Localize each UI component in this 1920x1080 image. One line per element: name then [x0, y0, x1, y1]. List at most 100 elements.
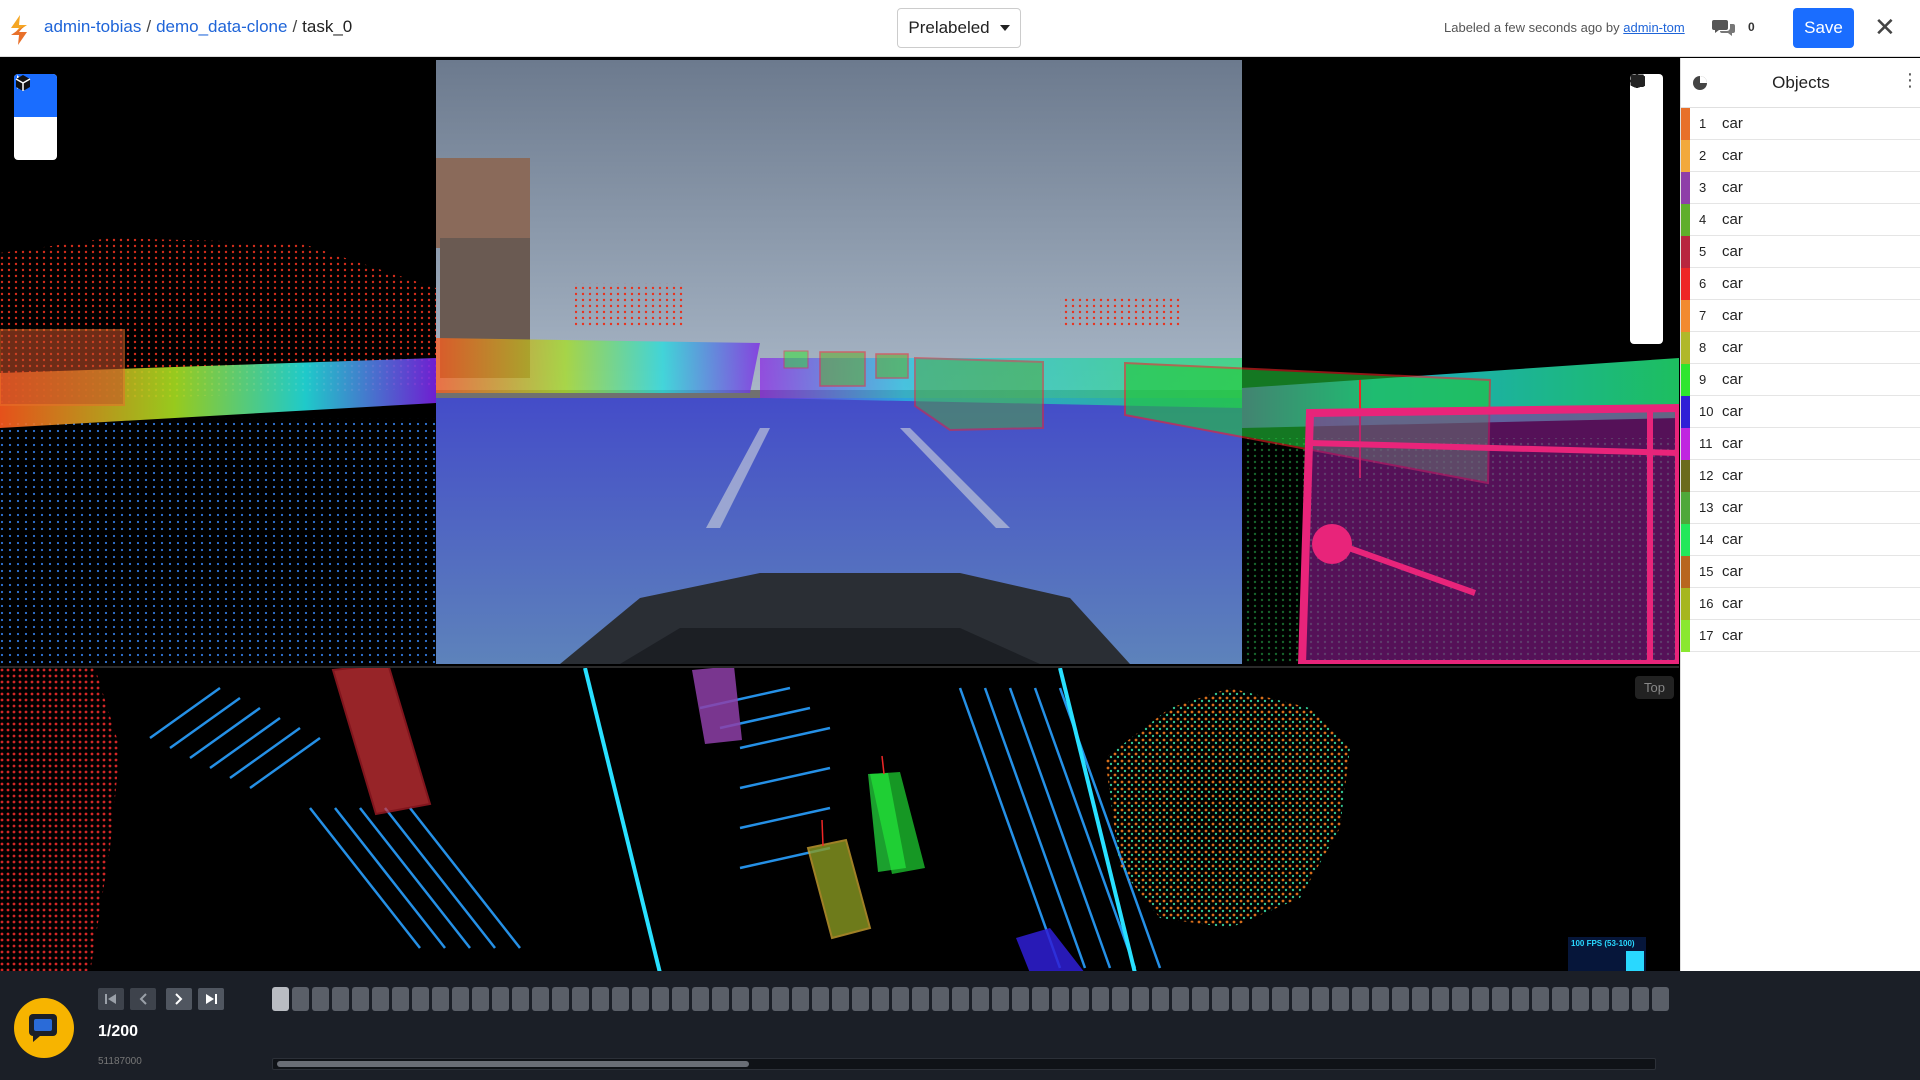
- cuboid-tool-button[interactable]: [14, 75, 57, 160]
- frame-tick[interactable]: [452, 987, 469, 1011]
- frame-tick[interactable]: [392, 987, 409, 1011]
- frame-tick[interactable]: [852, 987, 869, 1011]
- object-row[interactable]: 4 car: [1681, 204, 1920, 236]
- frame-tick[interactable]: [1332, 987, 1349, 1011]
- comments-button[interactable]: 0: [1712, 18, 1755, 36]
- last-labeled-user-link[interactable]: admin-tom: [1623, 20, 1684, 35]
- frame-tick[interactable]: [972, 987, 989, 1011]
- object-row[interactable]: 7 car: [1681, 300, 1920, 332]
- kebab-icon[interactable]: ⋮: [1901, 70, 1919, 91]
- object-row[interactable]: 2 car: [1681, 140, 1920, 172]
- image-button[interactable]: [1630, 74, 1663, 285]
- frame-strip[interactable]: [272, 987, 1669, 1011]
- frame-tick[interactable]: [652, 987, 669, 1011]
- frame-tick[interactable]: [1152, 987, 1169, 1011]
- perspective-view[interactable]: ?: [0, 58, 1679, 664]
- frame-tick[interactable]: [1072, 987, 1089, 1011]
- breadcrumb-project-link[interactable]: demo_data-clone: [156, 17, 287, 36]
- close-icon[interactable]: ✕: [1874, 12, 1896, 42]
- object-row[interactable]: 16 car: [1681, 588, 1920, 620]
- object-row[interactable]: 10 car: [1681, 396, 1920, 428]
- frame-tick[interactable]: [1592, 987, 1609, 1011]
- frame-tick[interactable]: [492, 987, 509, 1011]
- frame-tick[interactable]: [312, 987, 329, 1011]
- frame-tick[interactable]: [1632, 987, 1649, 1011]
- chat-launcher[interactable]: [14, 998, 74, 1058]
- frame-tick[interactable]: [1192, 987, 1209, 1011]
- frame-tick[interactable]: [1032, 987, 1049, 1011]
- frame-tick[interactable]: [352, 987, 369, 1011]
- status-dropdown[interactable]: Prelabeled: [897, 8, 1021, 48]
- camera-button[interactable]: [1630, 76, 1663, 226]
- frame-tick[interactable]: [272, 987, 289, 1011]
- last-frame-button[interactable]: [198, 988, 224, 1010]
- frame-tick[interactable]: [1172, 987, 1189, 1011]
- frame-tick[interactable]: [672, 987, 689, 1011]
- frame-tick[interactable]: [592, 987, 609, 1011]
- object-row[interactable]: 14 car: [1681, 524, 1920, 556]
- focus-button[interactable]: [1630, 74, 1663, 167]
- object-row[interactable]: 15 car: [1681, 556, 1920, 588]
- object-row[interactable]: 1 car: [1681, 108, 1920, 140]
- frame-tick[interactable]: [1312, 987, 1329, 1011]
- frame-tick[interactable]: [512, 987, 529, 1011]
- frame-tick[interactable]: [1112, 987, 1129, 1011]
- save-button[interactable]: Save: [1793, 8, 1854, 48]
- frame-tick[interactable]: [412, 987, 429, 1011]
- frame-tick[interactable]: [532, 987, 549, 1011]
- frame-tick[interactable]: [1472, 987, 1489, 1011]
- frame-tick[interactable]: [1252, 987, 1269, 1011]
- top-down-view[interactable]: [0, 666, 1679, 971]
- frame-tick[interactable]: [792, 987, 809, 1011]
- frame-tick[interactable]: [1132, 987, 1149, 1011]
- frame-tick[interactable]: [1012, 987, 1029, 1011]
- object-row[interactable]: 11 car: [1681, 428, 1920, 460]
- object-row[interactable]: 9 car: [1681, 364, 1920, 396]
- frame-tick[interactable]: [1432, 987, 1449, 1011]
- frame-tick[interactable]: [632, 987, 649, 1011]
- frame-tick[interactable]: [1292, 987, 1309, 1011]
- frame-tick[interactable]: [1452, 987, 1469, 1011]
- object-row[interactable]: 8 car: [1681, 332, 1920, 364]
- frame-tick[interactable]: [1092, 987, 1109, 1011]
- frame-tick[interactable]: [952, 987, 969, 1011]
- frame-tick[interactable]: [1492, 987, 1509, 1011]
- settings-button[interactable]: [1630, 74, 1663, 138]
- frame-tick[interactable]: [1352, 987, 1369, 1011]
- frame-tick[interactable]: [1412, 987, 1429, 1011]
- frame-tick[interactable]: [472, 987, 489, 1011]
- timeline-scrollbar[interactable]: [272, 1058, 1656, 1070]
- frame-tick[interactable]: [1272, 987, 1289, 1011]
- frame-tick[interactable]: [372, 987, 389, 1011]
- info-button[interactable]: [1630, 74, 1663, 315]
- frame-tick[interactable]: [1612, 987, 1629, 1011]
- frame-tick[interactable]: [1572, 987, 1589, 1011]
- stats-button[interactable]: [1630, 74, 1663, 197]
- frame-tick[interactable]: [832, 987, 849, 1011]
- object-row[interactable]: 12 car: [1681, 460, 1920, 492]
- frame-tick[interactable]: [292, 987, 309, 1011]
- frame-tick[interactable]: [772, 987, 789, 1011]
- frame-tick[interactable]: [752, 987, 769, 1011]
- frame-tick[interactable]: [1532, 987, 1549, 1011]
- frame-tick[interactable]: [932, 987, 949, 1011]
- object-row[interactable]: 5 car: [1681, 236, 1920, 268]
- frame-tick[interactable]: [1652, 987, 1669, 1011]
- frame-tick[interactable]: [612, 987, 629, 1011]
- frame-tick[interactable]: [1372, 987, 1389, 1011]
- frame-tick[interactable]: [912, 987, 929, 1011]
- frame-tick[interactable]: [692, 987, 709, 1011]
- frame-tick[interactable]: [1232, 987, 1249, 1011]
- map-button[interactable]: [1630, 75, 1663, 256]
- scale-logo-icon[interactable]: [8, 14, 30, 46]
- frame-tick[interactable]: [1212, 987, 1229, 1011]
- frame-tick[interactable]: [572, 987, 589, 1011]
- frame-tick[interactable]: [332, 987, 349, 1011]
- first-frame-button[interactable]: [98, 988, 124, 1010]
- frame-tick[interactable]: [992, 987, 1009, 1011]
- frame-tick[interactable]: [892, 987, 909, 1011]
- point-cloud-canvas[interactable]: [0, 58, 1679, 664]
- object-row[interactable]: 13 car: [1681, 492, 1920, 524]
- object-row[interactable]: 6 car: [1681, 268, 1920, 300]
- layers-button[interactable]: [1630, 75, 1663, 345]
